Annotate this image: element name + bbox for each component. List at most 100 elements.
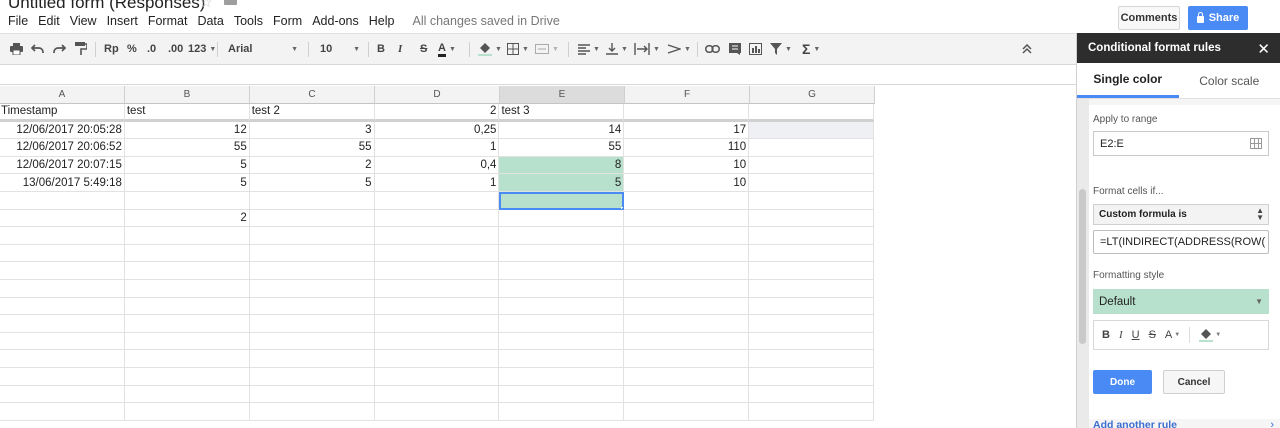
- cell-c12[interactable]: [249, 297, 375, 316]
- menu-addons[interactable]: Add-ons: [307, 14, 364, 28]
- cell-a10[interactable]: [0, 262, 125, 280]
- cell-f3[interactable]: 110: [624, 139, 750, 157]
- paint-format-icon[interactable]: [74, 41, 88, 57]
- cell-a9[interactable]: [0, 244, 125, 263]
- star-icon[interactable]: ☆: [200, 0, 213, 11]
- cell-c11[interactable]: [249, 279, 375, 298]
- cell-e10[interactable]: [499, 262, 625, 280]
- percent-button[interactable]: %: [127, 41, 137, 57]
- cell-f12[interactable]: [624, 297, 750, 316]
- cell-d3[interactable]: 1: [374, 139, 500, 157]
- cell-d8[interactable]: [374, 227, 500, 245]
- custom-formula-input[interactable]: =LT(INDIRECT(ADDRESS(ROW(: [1093, 230, 1269, 254]
- cell-f14[interactable]: [624, 332, 750, 351]
- cell-b8[interactable]: [124, 227, 250, 245]
- close-icon[interactable]: ✕: [1257, 40, 1270, 58]
- cell-g8[interactable]: [749, 227, 875, 245]
- cell-c7[interactable]: [249, 209, 375, 228]
- cell-c17[interactable]: [249, 385, 375, 404]
- cell-b9[interactable]: [124, 244, 250, 263]
- cell-d15[interactable]: [374, 350, 500, 368]
- strikethrough-icon[interactable]: S: [1149, 329, 1156, 341]
- cell-f2[interactable]: 17: [624, 121, 750, 140]
- cell-f6[interactable]: [624, 191, 750, 210]
- cell-c3[interactable]: 55: [249, 139, 375, 157]
- formula-bar[interactable]: [0, 65, 1076, 85]
- cell-g4[interactable]: [749, 156, 875, 175]
- cell-f10[interactable]: [624, 262, 750, 280]
- merge-cells-icon[interactable]: ▼: [535, 41, 559, 57]
- text-rotation-icon[interactable]: ▼: [667, 41, 691, 57]
- condition-select[interactable]: Custom formula is ▲ ▼: [1093, 204, 1269, 225]
- text-color-button[interactable]: A ▼: [438, 41, 456, 57]
- cell-e3[interactable]: 55: [499, 139, 625, 157]
- cell-f18[interactable]: [624, 403, 750, 421]
- cell-c14[interactable]: [249, 332, 375, 351]
- cell-b1[interactable]: test: [124, 104, 250, 122]
- cell-a5[interactable]: 13/06/2017 5:49:18: [0, 174, 125, 192]
- cell-f13[interactable]: [624, 315, 750, 333]
- formatting-style-select[interactable]: Default ▼: [1093, 289, 1269, 314]
- cell-c2[interactable]: 3: [249, 121, 375, 140]
- cell-f4[interactable]: 10: [624, 156, 750, 175]
- folder-icon[interactable]: [224, 0, 237, 5]
- print-icon[interactable]: [9, 41, 23, 57]
- cell-f8[interactable]: [624, 227, 750, 245]
- decrease-decimal-button[interactable]: .0: [147, 41, 156, 57]
- borders-icon[interactable]: ▼: [507, 41, 529, 57]
- cell-c15[interactable]: [249, 350, 375, 368]
- cell-a6[interactable]: [0, 191, 125, 210]
- cell-b12[interactable]: [124, 297, 250, 316]
- cell-c5[interactable]: 5: [249, 174, 375, 192]
- scrollbar-thumb[interactable]: [1079, 189, 1086, 344]
- cell-g5[interactable]: [749, 174, 875, 192]
- filter-icon[interactable]: ▼: [770, 41, 792, 57]
- cell-d6[interactable]: [374, 191, 500, 210]
- cell-a12[interactable]: [0, 297, 125, 316]
- cell-b7[interactable]: 2: [124, 209, 250, 228]
- column-header-b[interactable]: B: [125, 86, 250, 104]
- menu-insert[interactable]: Insert: [102, 14, 143, 28]
- cell-b4[interactable]: 5: [124, 156, 250, 175]
- chevron-right-icon[interactable]: ›: [1270, 419, 1274, 428]
- cell-g2[interactable]: [749, 121, 875, 140]
- cell-g12[interactable]: [749, 297, 875, 316]
- cell-e11[interactable]: [499, 279, 625, 298]
- cell-c13[interactable]: [249, 315, 375, 333]
- cell-c18[interactable]: [249, 403, 375, 421]
- cell-e16[interactable]: [499, 367, 625, 386]
- cell-g16[interactable]: [749, 367, 875, 386]
- cell-d1[interactable]: 2: [374, 104, 500, 122]
- cell-c16[interactable]: [249, 367, 375, 386]
- cell-b17[interactable]: [124, 385, 250, 404]
- currency-button[interactable]: Rp: [104, 41, 119, 57]
- cell-d2[interactable]: 0,25: [374, 121, 500, 140]
- cell-d7[interactable]: [374, 209, 500, 228]
- cancel-button[interactable]: Cancel: [1163, 370, 1225, 394]
- cell-f17[interactable]: [624, 385, 750, 404]
- link-icon[interactable]: [705, 41, 720, 57]
- cell-e1[interactable]: test 3: [499, 104, 625, 122]
- cell-f1[interactable]: [624, 104, 750, 122]
- cell-a11[interactable]: [0, 279, 125, 298]
- cell-d5[interactable]: 1: [374, 174, 500, 192]
- panel-scrollbar[interactable]: [1077, 99, 1089, 428]
- collapse-toolbar-icon[interactable]: [1022, 41, 1032, 57]
- functions-button[interactable]: Σ ▼: [802, 41, 820, 57]
- italic-button[interactable]: I: [398, 41, 402, 57]
- cell-g14[interactable]: [749, 332, 875, 351]
- text-color-icon[interactable]: A ▼: [1165, 329, 1180, 341]
- cell-c8[interactable]: [249, 227, 375, 245]
- column-header-d[interactable]: D: [375, 86, 500, 104]
- cell-e17[interactable]: [499, 385, 625, 404]
- menu-file[interactable]: File: [0, 14, 33, 28]
- range-input[interactable]: E2:E: [1093, 131, 1269, 156]
- cell-c6[interactable]: [249, 191, 375, 210]
- cell-a13[interactable]: [0, 315, 125, 333]
- cell-g1[interactable]: [749, 104, 875, 122]
- cell-g13[interactable]: [749, 315, 875, 333]
- tab-color-scale[interactable]: Color scale: [1179, 63, 1280, 98]
- cell-b16[interactable]: [124, 367, 250, 386]
- text-wrap-icon[interactable]: ▼: [634, 41, 660, 57]
- cell-e9[interactable]: [499, 244, 625, 263]
